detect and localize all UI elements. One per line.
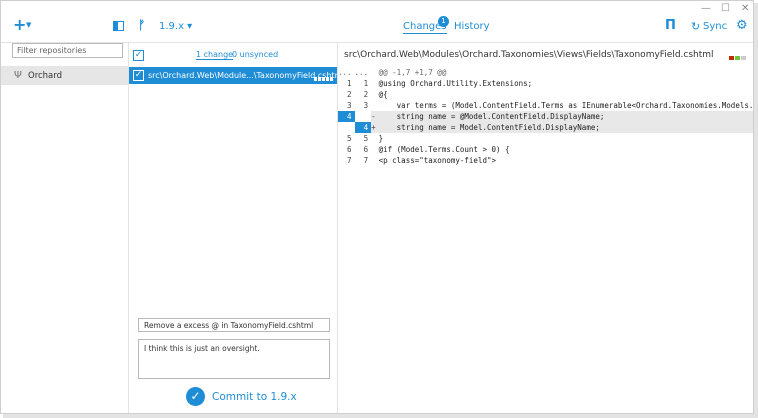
repository-icon: Ψ — [14, 70, 22, 81]
new-line-number: 7 — [363, 156, 369, 165]
change-count-label[interactable]: 1 change — [196, 50, 234, 60]
diff-sign: - — [371, 111, 376, 122]
code-text: string name = Model.ContentField.Display… — [375, 122, 753, 133]
code-text: @if (Model.Terms.Count > 0) { — [378, 145, 510, 154]
diff-line[interactable]: 3 3 var terms = (Model.ContentField.Terms… — [338, 100, 754, 111]
diff-line[interactable]: 4 + string name = Model.ContentField.Disp… — [338, 122, 753, 133]
maximize-icon[interactable]: ☐ — [721, 3, 730, 14]
diff-pane: src\Orchard.Web\Modules\Orchard.Taxonomi… — [338, 43, 754, 413]
old-line-number: 5 — [347, 134, 352, 143]
old-line-number: 7 — [347, 156, 352, 165]
old-line-number: 4 — [338, 111, 355, 122]
diff-line[interactable]: 7 7 <p class="taxonomy-field"> — [338, 155, 753, 166]
tab-history[interactable]: History — [454, 21, 490, 32]
code-text: @{ — [378, 90, 388, 99]
changes-count-badge: 1 — [438, 16, 449, 27]
changed-file-row[interactable]: ✓ src\Orchard.Web\Module...\TaxonomyFiel… — [129, 67, 345, 84]
new-line-number: ... — [354, 68, 369, 77]
diff-line[interactable]: 5 5} — [338, 133, 753, 144]
diffstat-bar — [314, 74, 334, 81]
new-line-number: 4 — [354, 122, 372, 133]
check-icon: ✓ — [186, 387, 205, 406]
branch-icon[interactable]: ᚠ — [138, 18, 145, 32]
diff-legend — [729, 53, 747, 63]
diff-line[interactable]: 2 2 @{ — [338, 89, 753, 100]
minimize-icon[interactable]: — — [701, 3, 711, 14]
old-line-number: 1 — [347, 79, 352, 88]
code-text: @using Orchard.Utility.Extensions; — [378, 79, 533, 88]
repository-label: Orchard — [28, 71, 63, 81]
neutral-swatch — [741, 56, 746, 60]
diff-table: ...... @@ -1,7 +1,7 @@ 1 1 @using Orchard.Ut… — [338, 67, 754, 166]
toolbar: — ☐ ✕ + ▼ ᚠ 1.9.x ▾ Changes 1 History Π … — [1, 1, 753, 43]
diff-sign: + — [371, 122, 376, 133]
diff-file-path: src\Orchard.Web\Modules\Orchard.Taxonomi… — [344, 50, 714, 60]
sync-button[interactable]: Sync — [703, 21, 727, 32]
removed-swatch — [729, 56, 734, 60]
add-repository-icon[interactable]: + — [13, 17, 26, 33]
app-window: — ☐ ✕ + ▼ ᚠ 1.9.x ▾ Changes 1 History Π … — [0, 0, 754, 414]
new-line-number: 1 — [363, 79, 369, 88]
code-text: var terms = (Model.ContentField.Terms as… — [396, 101, 754, 110]
old-line-number: 2 — [347, 90, 352, 99]
diff-line[interactable]: 4 - string name = @Model.ContentField.Dis… — [338, 111, 753, 122]
code-text: } — [378, 134, 384, 143]
commit-description-input[interactable]: I think this is just an oversight. — [138, 339, 330, 379]
commit-summary-input[interactable] — [138, 318, 330, 332]
new-line-number: 6 — [363, 145, 369, 154]
select-all-checkbox[interactable]: ✓ — [133, 50, 144, 61]
window-shadow — [754, 3, 758, 418]
unsynced-label[interactable]: 0 unsynced — [232, 50, 278, 59]
filter-repositories-input[interactable] — [12, 43, 123, 58]
diff-line[interactable]: 6 6 @if (Model.Terms.Count > 0) { — [338, 144, 753, 155]
code-text: @@ -1,7 +1,7 @@ — [378, 68, 447, 77]
commit-button-label: Commit to 1.9.x — [212, 391, 297, 403]
gear-icon[interactable]: ⚙ — [736, 18, 748, 33]
repository-sidebar: Ψ Orchard — [1, 43, 129, 413]
close-icon[interactable]: ✕ — [741, 3, 749, 14]
code-text: string name = @Model.ContentField.Displa… — [375, 111, 753, 122]
code-text: <p class="taxonomy-field"> — [378, 156, 497, 165]
file-checkbox[interactable]: ✓ — [133, 70, 144, 81]
repository-item[interactable]: Ψ Orchard — [1, 66, 128, 85]
new-line-number: 3 — [363, 101, 369, 110]
added-swatch — [735, 56, 740, 60]
old-line-number: ... — [338, 68, 352, 77]
old-line-number — [338, 122, 355, 133]
commit-button[interactable]: ✓ Commit to 1.9.x — [186, 386, 297, 408]
branch-selector[interactable]: 1.9.x ▾ — [159, 21, 192, 32]
old-line-number: 3 — [347, 101, 352, 110]
window-shadow — [3, 414, 758, 418]
pull-request-icon[interactable]: Π — [665, 18, 676, 33]
old-line-number: 6 — [347, 145, 352, 154]
sidebar-toggle-icon[interactable] — [113, 21, 124, 31]
new-line-number: 2 — [363, 90, 369, 99]
chevron-down-icon[interactable]: ▼ — [26, 21, 31, 29]
new-line-number — [355, 111, 372, 122]
sync-icon[interactable]: ↻ — [691, 20, 700, 33]
changes-panel: ✓ 1 change 0 unsynced ✓ src\Orchard.Web\… — [129, 43, 345, 413]
diff-line[interactable]: 1 1 @using Orchard.Utility.Extensions; — [338, 78, 753, 89]
new-line-number: 5 — [363, 134, 369, 143]
diff-line[interactable]: ...... @@ -1,7 +1,7 @@ — [338, 67, 753, 78]
